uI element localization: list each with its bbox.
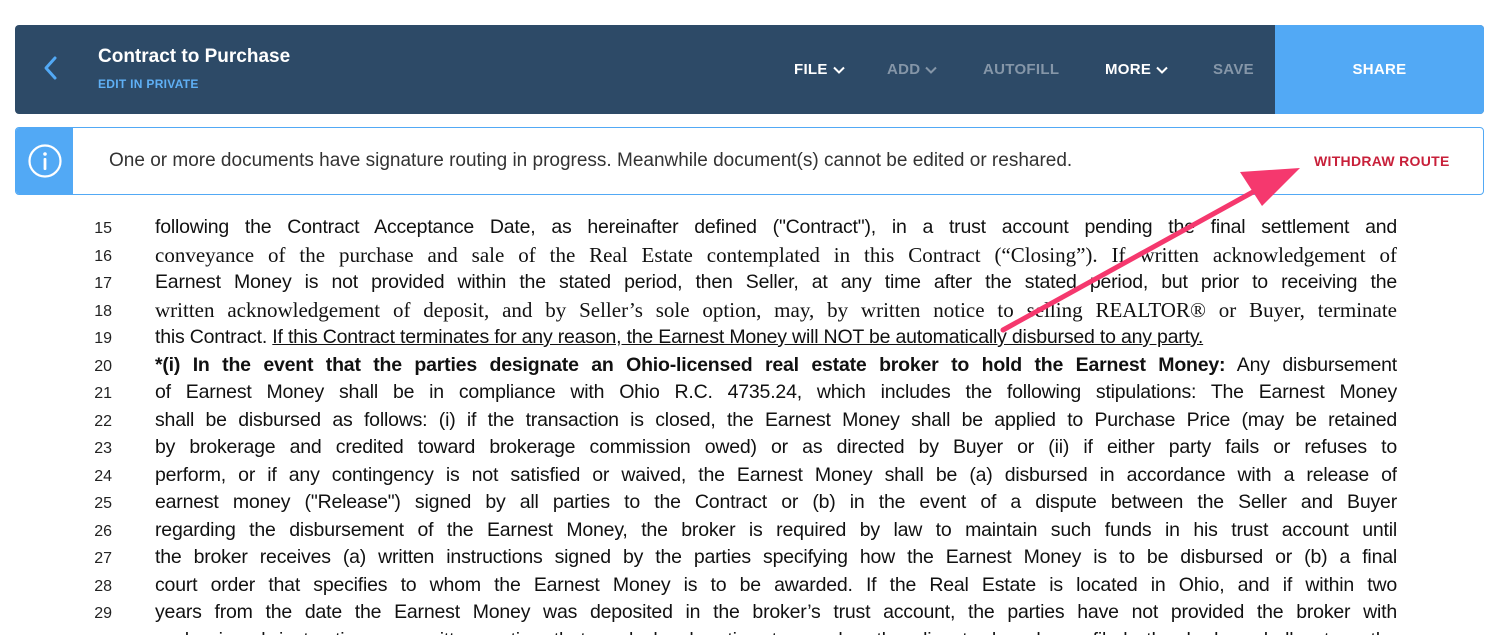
document-line: 25 earnest money ("Release") signed by al… — [0, 489, 1499, 517]
line-text-part: Any disbursement — [1225, 353, 1397, 376]
line-text: Earnest Money is not provided within the… — [155, 271, 1397, 293]
line-number: 25 — [94, 495, 112, 512]
document-line: 20 *(i) In the event that the parties des… — [0, 352, 1499, 380]
line-text: by brokerage and credited toward brokera… — [155, 436, 1397, 458]
line-number: 16 — [94, 247, 112, 265]
line-text: shall be disbursed as follows: (i) if th… — [155, 408, 1397, 431]
file-menu[interactable]: FILE — [794, 25, 845, 114]
withdraw-route-button[interactable]: WITHDRAW ROUTE — [1314, 128, 1450, 194]
document-line: 23 by brokerage and credited toward broke… — [0, 434, 1499, 462]
line-number: 23 — [94, 440, 112, 457]
line-text: following the Contract Acceptance Date, … — [155, 216, 1397, 238]
line-number: 24 — [94, 467, 112, 485]
line-number: 19 — [94, 330, 112, 347]
save-button[interactable]: SAVE — [1213, 25, 1254, 114]
chevron-down-icon — [832, 66, 845, 74]
title-group: Contract to Purchase EDIT IN PRIVATE — [98, 45, 290, 91]
document-title: Contract to Purchase — [98, 46, 291, 67]
line-number: 18 — [94, 302, 112, 320]
share-button[interactable]: SHARE — [1275, 25, 1484, 114]
line-text: earnest money ("Release") signed by all … — [155, 491, 1397, 513]
line-number: 15 — [94, 220, 112, 237]
line-text: the broker receives (a) written instruct… — [155, 546, 1397, 568]
more-menu[interactable]: MORE — [1105, 25, 1168, 114]
line-text: court order that specifies to whom the E… — [155, 573, 1397, 596]
line-number: 22 — [94, 412, 112, 430]
document-line: 15 following the Contract Acceptance Date… — [0, 214, 1499, 242]
document-line: 17 Earnest Money is not provided within t… — [0, 269, 1499, 297]
document-line: 16 conveyance of the purchase and sale of… — [0, 242, 1499, 270]
line-text: perform, or if any contingency is not sa… — [155, 463, 1397, 486]
line-number: 29 — [94, 605, 112, 622]
document-line: 26 regarding the disbursement of the Earn… — [0, 517, 1499, 545]
line-number: 21 — [94, 385, 112, 402]
document-page: 15 following the Contract Acceptance Date… — [0, 212, 1499, 635]
underlined-clause: If this Contract terminates for any reas… — [272, 326, 1204, 348]
add-menu[interactable]: ADD — [887, 25, 938, 114]
notice-message: One or more documents have signature rou… — [109, 150, 1073, 171]
back-button[interactable] — [37, 53, 63, 83]
chevron-down-icon — [1156, 66, 1168, 74]
document-line: 18 written acknowledgement of deposit, an… — [0, 297, 1499, 325]
edit-in-private-link[interactable]: EDIT IN PRIVATE — [98, 77, 290, 91]
line-text: written acknowledgement of deposit, and … — [155, 297, 1397, 322]
chevron-down-icon — [925, 66, 938, 74]
document-line: 30such signed instructions or written no… — [0, 627, 1499, 635]
document-line: 27 the broker receives (a) written instru… — [0, 544, 1499, 572]
line-text: conveyance of the purchase and sale of t… — [155, 242, 1397, 267]
line-text: years from the date the Earnest Money wa… — [155, 601, 1397, 623]
autofill-label: AUTOFILL — [983, 61, 1060, 78]
document-line: 22 shall be disbursed as follows: (i) if … — [0, 407, 1499, 435]
document-line: 28 court order that specifies to whom the… — [0, 572, 1499, 600]
document-line: 21 of Earnest Money shall be in complianc… — [0, 379, 1499, 407]
file-menu-label: FILE — [794, 61, 828, 78]
line-number: 28 — [94, 577, 112, 595]
document-line: 24 perform, or if any contingency is not … — [0, 462, 1499, 490]
line-text-part: this Contract. — [155, 326, 273, 348]
line-text: such signed instructions or written noti… — [155, 627, 1397, 635]
editor-toolbar: Contract to Purchase EDIT IN PRIVATE FIL… — [15, 25, 1484, 114]
bold-clause: *(i) In the event that the parties desig… — [155, 353, 1226, 376]
line-number: 27 — [94, 550, 112, 567]
line-number: 20 — [94, 357, 112, 375]
document-line: 19 this Contract. If this Contract termin… — [0, 324, 1499, 352]
line-number: 17 — [94, 275, 112, 292]
more-menu-label: MORE — [1105, 61, 1152, 78]
info-icon — [27, 144, 62, 178]
line-text: of Earnest Money shall be in compliance … — [155, 381, 1397, 403]
chevron-left-icon — [44, 56, 57, 80]
document-line: 29 years from the date the Earnest Money … — [0, 599, 1499, 627]
line-text: this Contract. If this Contract terminat… — [155, 324, 1397, 351]
save-label: SAVE — [1213, 61, 1254, 78]
autofill-button[interactable]: AUTOFILL — [983, 25, 1059, 114]
line-text: regarding the disbursement of the Earnes… — [155, 518, 1397, 541]
add-menu-label: ADD — [887, 61, 921, 78]
line-text: *(i) In the event that the parties desig… — [155, 352, 1397, 379]
notice-icon-box — [16, 128, 73, 194]
routing-notice-banner: One or more documents have signature rou… — [15, 127, 1484, 195]
line-number: 26 — [94, 522, 112, 540]
